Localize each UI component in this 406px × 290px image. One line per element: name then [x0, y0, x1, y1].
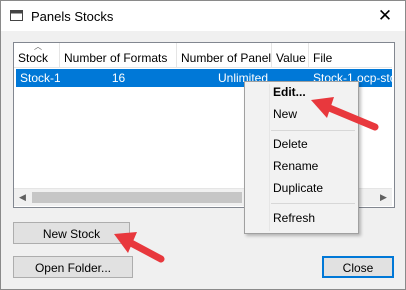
- scroll-left-icon[interactable]: ◀: [14, 189, 31, 206]
- column-header-stock[interactable]: ︿ Stock: [14, 43, 60, 67]
- list-header: ︿ Stock Number of Formats Number of Pane…: [14, 43, 392, 68]
- panels-stocks-dialog: Panels Stocks ✕ ︿ Stock Number of Format…: [0, 0, 406, 290]
- column-header-panels[interactable]: Number of Panels: [177, 43, 272, 67]
- menu-separator: [271, 203, 355, 204]
- window-title: Panels Stocks: [31, 9, 114, 24]
- column-header-value[interactable]: Value: [272, 43, 309, 67]
- cell-formats: 16: [111, 71, 126, 85]
- close-icon[interactable]: ✕: [373, 5, 397, 27]
- scrollbar-thumb[interactable]: [32, 192, 242, 203]
- menu-item-rename[interactable]: Rename: [273, 156, 318, 176]
- menu-item-refresh[interactable]: Refresh: [273, 208, 315, 228]
- scroll-right-icon[interactable]: ▶: [375, 189, 392, 206]
- menu-gutter: [269, 84, 270, 231]
- menu-item-delete[interactable]: Delete: [273, 134, 308, 154]
- title-bar: Panels Stocks ✕: [1, 1, 405, 31]
- app-window-icon: [10, 10, 23, 21]
- menu-item-duplicate[interactable]: Duplicate: [273, 178, 323, 198]
- column-header-file[interactable]: File: [309, 43, 392, 67]
- menu-item-new[interactable]: New: [273, 104, 297, 124]
- cell-stock: Stock-1: [20, 71, 60, 85]
- sort-ascending-icon: ︿: [34, 43, 42, 51]
- close-button[interactable]: Close: [322, 256, 394, 278]
- red-arrow-icon: [114, 232, 165, 263]
- red-arrow-icon: [311, 97, 379, 131]
- column-header-formats[interactable]: Number of Formats: [60, 43, 177, 67]
